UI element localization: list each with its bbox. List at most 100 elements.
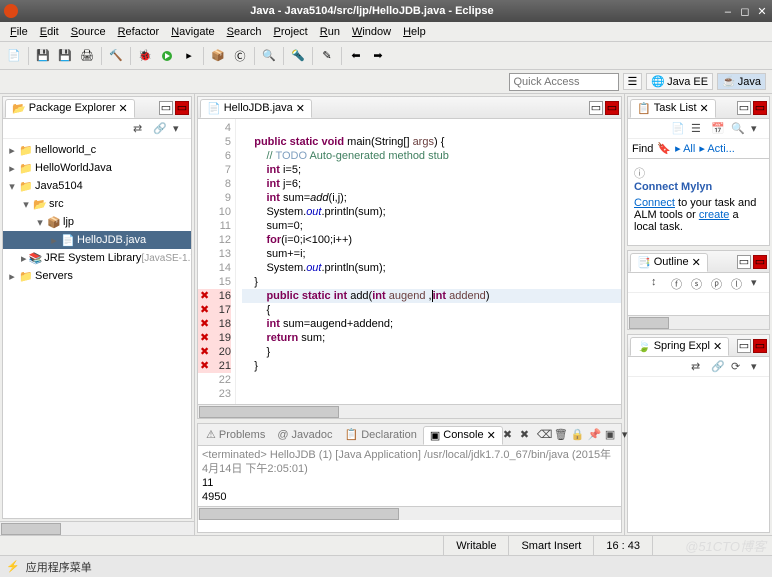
menu-project[interactable]: Project xyxy=(268,24,314,40)
clear-console-icon[interactable]: 🗑 xyxy=(554,428,568,442)
perspective-javaee[interactable]: 🌐 Java EE xyxy=(646,73,713,90)
spring-collapse-icon[interactable]: ⇄ xyxy=(691,360,705,374)
schedule-icon[interactable]: 📅 xyxy=(711,122,725,136)
hide-local-icon[interactable]: ⓛ xyxy=(731,276,745,290)
console-output[interactable]: <terminated> HelloJDB (1) [Java Applicat… xyxy=(198,446,621,506)
outline-menu-icon[interactable]: ▾ xyxy=(751,276,765,290)
remove-all-icon[interactable]: ⌫ xyxy=(537,428,551,442)
collapse-all-icon[interactable]: ⇄ xyxy=(133,122,147,136)
view-menu-icon[interactable]: ▾ xyxy=(173,122,187,136)
maximize-outline-button[interactable]: ▭ xyxy=(753,255,767,269)
menu-file[interactable]: File xyxy=(4,24,34,40)
console-scrollbar[interactable] xyxy=(198,506,621,520)
debug-button[interactable]: 🐞 xyxy=(135,46,155,66)
mylyn-connect-link[interactable]: Connect xyxy=(634,197,675,209)
open-console-icon[interactable]: ▾ xyxy=(622,428,636,442)
task-list-tab[interactable]: 📋 Task List ✕ xyxy=(630,99,716,118)
tasklist-menu-icon[interactable]: ▾ xyxy=(751,122,765,136)
tree-item-hellojdb-java[interactable]: ▸📄HelloJDB.java xyxy=(3,231,191,249)
pin-console-icon[interactable]: 📌 xyxy=(588,428,602,442)
minimize-editor-button[interactable]: ▭ xyxy=(589,101,603,115)
menu-search[interactable]: Search xyxy=(221,24,268,40)
mylyn-create-link[interactable]: create xyxy=(699,209,730,221)
apps-menu-label[interactable]: 应用程序菜单 xyxy=(26,559,92,575)
open-type-button[interactable]: 🔍 xyxy=(259,46,279,66)
hide-static-icon[interactable]: ⓢ xyxy=(691,276,705,290)
minimize-outline-button[interactable]: ▭ xyxy=(737,255,751,269)
minimize-view-button[interactable]: ▭ xyxy=(159,101,173,115)
left-scrollbar[interactable] xyxy=(0,521,194,535)
minimize-button[interactable]: – xyxy=(722,6,734,18)
apps-menu-icon[interactable]: ⚡ xyxy=(6,560,20,573)
tree-item-ljp[interactable]: ▾📦ljp xyxy=(3,213,191,231)
new-task-icon[interactable]: 📄 xyxy=(671,122,685,136)
search-button[interactable]: 🔦 xyxy=(288,46,308,66)
perspective-java[interactable]: ☕ Java xyxy=(717,73,766,90)
tab-declaration[interactable]: 📋 Declaration xyxy=(339,426,423,443)
tree-item-helloworld-c[interactable]: ▸📁helloworld_c xyxy=(3,141,191,159)
package-explorer-tree[interactable]: ▸📁helloworld_c▸📁HelloWorldJava▾📁Java5104… xyxy=(3,139,191,518)
spring-refresh-icon[interactable]: ⟳ xyxy=(731,360,745,374)
back-button[interactable]: ⬅ xyxy=(346,46,366,66)
maximize-spring-button[interactable]: ▭ xyxy=(753,339,767,353)
save-all-button[interactable]: 💾 xyxy=(55,46,75,66)
spring-link-icon[interactable]: 🔗 xyxy=(711,360,725,374)
build-button[interactable]: 🔨 xyxy=(106,46,126,66)
hide-fields-icon[interactable]: ⓕ xyxy=(671,276,685,290)
terminate-icon[interactable]: ✖ xyxy=(503,428,517,442)
menu-navigate[interactable]: Navigate xyxy=(165,24,220,40)
maximize-tasklist-button[interactable]: ▭ xyxy=(753,101,767,115)
sort-icon[interactable]: ↕ xyxy=(651,276,665,290)
menu-help[interactable]: Help xyxy=(397,24,432,40)
tab-console[interactable]: ▣ Console ✕ xyxy=(423,426,503,445)
menu-refactor[interactable]: Refactor xyxy=(112,24,166,40)
focus-icon[interactable]: 🔍 xyxy=(731,122,745,136)
tree-item-servers[interactable]: ▸📁Servers xyxy=(3,267,191,285)
minimize-spring-button[interactable]: ▭ xyxy=(737,339,751,353)
console-line: 11 xyxy=(202,476,617,490)
remove-launch-icon[interactable]: ✖ xyxy=(520,428,534,442)
tree-item-src[interactable]: ▾📂src xyxy=(3,195,191,213)
editor-tab[interactable]: 📄 HelloJDB.java ✕ xyxy=(200,99,312,118)
quick-access-input[interactable] xyxy=(509,73,619,91)
new-class-button[interactable]: Ⓒ xyxy=(230,46,250,66)
scroll-lock-icon[interactable]: 🔒 xyxy=(571,428,585,442)
minimize-tasklist-button[interactable]: ▭ xyxy=(737,101,751,115)
forward-button[interactable]: ➡ xyxy=(368,46,388,66)
tree-item-jre-system-library[interactable]: ▸📚JRE System Library [JavaSE-1.7] xyxy=(3,249,191,267)
editor-scrollbar[interactable] xyxy=(198,404,621,418)
print-button[interactable]: 🖨 xyxy=(77,46,97,66)
maximize-editor-button[interactable]: ▭ xyxy=(605,101,619,115)
spring-filter-icon[interactable]: ▾ xyxy=(751,360,765,374)
menu-run[interactable]: Run xyxy=(314,24,346,40)
maximize-button[interactable]: ◻ xyxy=(739,5,751,18)
tree-item-helloworldjava[interactable]: ▸📁HelloWorldJava xyxy=(3,159,191,177)
outline-tab[interactable]: 📑 Outline ✕ xyxy=(630,253,708,272)
package-explorer-tab[interactable]: 📂 Package Explorer ✕ xyxy=(5,99,135,118)
find-all-link[interactable]: ▸ All xyxy=(675,142,695,155)
new-button[interactable]: 📄 xyxy=(4,46,24,66)
run-button[interactable] xyxy=(157,46,177,66)
run-last-button[interactable]: ▸ xyxy=(179,46,199,66)
editor-body[interactable]: 4567891011121314151617181920212223 publi… xyxy=(198,119,621,404)
close-button[interactable]: ✕ xyxy=(756,5,768,18)
save-button[interactable]: 💾 xyxy=(33,46,53,66)
menu-edit[interactable]: Edit xyxy=(34,24,65,40)
menu-window[interactable]: Window xyxy=(346,24,397,40)
categorize-icon[interactable]: ☰ xyxy=(691,122,705,136)
spring-tab[interactable]: 🍃 Spring Expl ✕ xyxy=(630,337,729,356)
maximize-view-button[interactable]: ▭ xyxy=(175,101,189,115)
menu-source[interactable]: Source xyxy=(65,24,112,40)
open-perspective-button[interactable]: ☰ xyxy=(623,73,643,90)
tree-item-java5104[interactable]: ▾📁Java5104 xyxy=(3,177,191,195)
link-editor-icon[interactable]: 🔗 xyxy=(153,122,167,136)
toggle-mark-button[interactable]: ✎ xyxy=(317,46,337,66)
new-package-button[interactable]: 📦 xyxy=(208,46,228,66)
editor-code[interactable]: public static void main(String[] args) {… xyxy=(236,119,621,404)
tab-problems[interactable]: ⚠ Problems xyxy=(200,426,271,443)
display-console-icon[interactable]: ▣ xyxy=(605,428,619,442)
tab-javadoc[interactable]: @ Javadoc xyxy=(271,427,338,443)
find-activate-link[interactable]: ▸ Acti... xyxy=(699,142,735,155)
outline-scrollbar[interactable] xyxy=(628,315,769,329)
hide-nonpublic-icon[interactable]: ⓟ xyxy=(711,276,725,290)
